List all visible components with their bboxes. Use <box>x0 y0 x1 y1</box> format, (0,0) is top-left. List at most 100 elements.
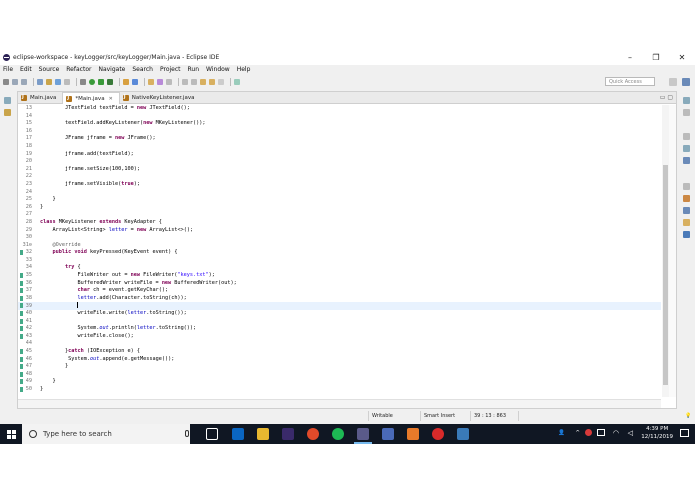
horizontal-scrollbar[interactable] <box>18 399 661 408</box>
search-toolbar-icon[interactable] <box>157 79 163 85</box>
code-line[interactable]: 35 FileWriter out = new FileWriter("keys… <box>18 272 661 280</box>
menu-source[interactable]: Source <box>39 65 60 74</box>
code-line[interactable]: 32 public void keyPressed(KeyEvent event… <box>18 249 661 257</box>
close-button[interactable]: ✕ <box>669 50 695 65</box>
console-icon[interactable] <box>683 219 690 226</box>
code-line[interactable]: 48 <box>18 371 661 379</box>
code-line[interactable]: 22 <box>18 173 661 181</box>
chrome-icon[interactable] <box>307 428 319 440</box>
status-memory-icon[interactable] <box>518 411 534 421</box>
code-line[interactable]: 23 jframe.setVisible(true); <box>18 181 661 189</box>
close-tab-icon[interactable]: ✕ <box>109 96 113 102</box>
progress-icon[interactable] <box>683 231 690 238</box>
menu-run[interactable]: Run <box>188 65 200 74</box>
people-icon[interactable]: 👤 <box>558 430 565 436</box>
volume-icon[interactable]: ◁ <box>628 429 633 437</box>
wifi-icon[interactable]: ◠ <box>613 429 619 437</box>
code-line[interactable]: 44 <box>18 340 661 348</box>
maximize-button[interactable]: ❐ <box>643 50 669 65</box>
new-icon[interactable] <box>3 79 9 85</box>
open-perspective-icon[interactable] <box>669 78 677 86</box>
eclipse-taskbar-icon[interactable] <box>282 428 294 440</box>
antivirus-icon[interactable] <box>585 429 592 436</box>
app-icon[interactable] <box>457 428 469 440</box>
menu-navigate[interactable]: Navigate <box>98 65 125 74</box>
save-all-icon[interactable] <box>21 79 27 85</box>
java-perspective-icon[interactable] <box>682 78 690 86</box>
eclipse-active-icon[interactable] <box>357 428 369 440</box>
code-line[interactable]: 28 class MKeyListener extends KeyAdapter … <box>18 219 661 227</box>
skip-breakpoints-icon[interactable] <box>37 79 43 85</box>
code-line[interactable]: 37 char ch = event.getKeyChar(); <box>18 287 661 295</box>
code-line[interactable]: 36 BufferedWriter writeFile = new Buffer… <box>18 280 661 288</box>
javadoc-icon[interactable] <box>683 195 690 202</box>
coverage-icon[interactable] <box>98 79 104 85</box>
code-line[interactable]: 13 JTextField textField = new JTextField… <box>18 105 661 113</box>
code-line[interactable]: 45 }catch (IOException e) { <box>18 348 661 356</box>
vertical-scrollbar[interactable] <box>662 105 669 397</box>
taskbar-search-box[interactable]: Type here to search <box>22 424 190 444</box>
code-line[interactable]: 16 <box>18 128 661 136</box>
code-line[interactable]: 18 <box>18 143 661 151</box>
tip-icon[interactable]: 💡 <box>682 411 692 421</box>
new-package-icon[interactable] <box>132 79 138 85</box>
scroll-thumb[interactable] <box>663 165 668 385</box>
tray-expand-icon[interactable]: ^ <box>575 430 580 436</box>
code-line[interactable]: 38 letter.add(Character.toString(ch)); <box>18 295 661 303</box>
code-line[interactable]: 33 <box>18 257 661 265</box>
microphone-icon[interactable] <box>185 430 189 437</box>
code-line[interactable]: 26} <box>18 204 661 212</box>
tab-main-java-modified[interactable]: *Main.java ✕ <box>62 92 120 104</box>
file-explorer-icon[interactable] <box>257 428 269 440</box>
code-line[interactable]: 40 writeFile.write(letter.toString()); <box>18 310 661 318</box>
code-line[interactable]: 49 } <box>18 378 661 386</box>
code-line[interactable]: 14 <box>18 113 661 121</box>
code-line[interactable]: 43 writeFile.close(); <box>18 333 661 341</box>
annotation-icon[interactable] <box>166 79 172 85</box>
menu-refactor[interactable]: Refactor <box>66 65 91 74</box>
overview-ruler[interactable] <box>669 105 676 397</box>
battery-icon[interactable] <box>597 429 605 436</box>
outline-icon[interactable] <box>683 133 690 140</box>
external-tools-icon[interactable] <box>107 79 113 85</box>
select-icon[interactable] <box>55 79 61 85</box>
code-line[interactable]: 29 ArrayList<String> letter = new ArrayL… <box>18 227 661 235</box>
problems-icon[interactable] <box>683 183 690 190</box>
code-line[interactable]: 46 System.out.append(e.getMessage()); <box>18 356 661 364</box>
pilcrow-icon[interactable] <box>64 79 70 85</box>
last-edit-icon[interactable] <box>218 79 224 85</box>
code-line[interactable]: 34 try { <box>18 264 661 272</box>
menu-project[interactable]: Project <box>160 65 181 74</box>
start-button[interactable] <box>0 424 22 444</box>
menu-search[interactable]: Search <box>132 65 153 74</box>
back-icon[interactable] <box>200 79 206 85</box>
code-line[interactable]: 24 <box>18 189 661 197</box>
task-list-icon[interactable] <box>683 109 690 116</box>
app-icon[interactable] <box>432 428 444 440</box>
quick-access-input[interactable]: Quick Access <box>605 77 655 86</box>
forward-icon[interactable] <box>209 79 215 85</box>
code-line[interactable]: 27 <box>18 211 661 219</box>
editor-min-max-buttons[interactable]: ▭ ▢ <box>660 92 673 104</box>
save-icon[interactable] <box>12 79 18 85</box>
task-view-icon[interactable] <box>206 428 218 440</box>
code-line[interactable]: 39 <box>18 302 661 311</box>
code-line[interactable]: 21 jframe.setSize(100,100); <box>18 166 661 174</box>
spotify-icon[interactable] <box>332 428 344 440</box>
app-icon[interactable] <box>382 428 394 440</box>
open-type-icon[interactable] <box>148 79 154 85</box>
code-line[interactable]: 30 <box>18 234 661 242</box>
code-line[interactable]: 50} <box>18 386 661 394</box>
hierarchy-icon[interactable] <box>683 145 690 152</box>
code-line[interactable]: 25 } <box>18 196 661 204</box>
code-line[interactable]: 47 } <box>18 363 661 371</box>
minimize-button[interactable]: – <box>617 50 643 65</box>
code-line[interactable]: 17 JFrame jframe = new JFrame(); <box>18 135 661 143</box>
structure-icon[interactable] <box>683 157 690 164</box>
code-line[interactable]: 19 jframe.add(textField); <box>18 151 661 159</box>
menu-window[interactable]: Window <box>206 65 230 74</box>
code-line[interactable]: 42 System.out.println(letter.toString())… <box>18 325 661 333</box>
action-center-icon[interactable] <box>680 429 689 437</box>
tab-native-key-listener[interactable]: NativeKeyListener.java <box>120 92 201 104</box>
run-icon[interactable] <box>89 79 95 85</box>
